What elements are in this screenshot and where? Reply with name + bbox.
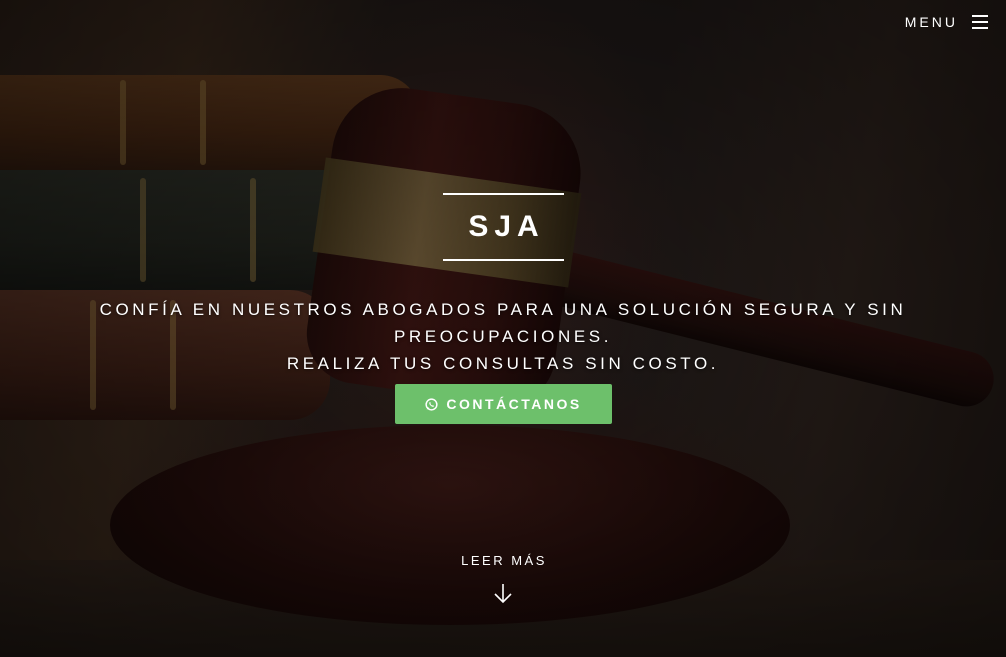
tagline-line-1: CONFÍA EN NUESTROS ABOGADOS PARA UNA SOL…	[99, 300, 907, 346]
site-logo[interactable]: SJA	[443, 193, 564, 261]
contact-button[interactable]: CONTÁCTANOS	[395, 384, 612, 424]
menu-label: MENU	[904, 14, 958, 30]
read-more-label: LEER MÁS	[461, 553, 547, 568]
tagline-line-2: REALIZA TUS CONSULTAS SIN COSTO.	[286, 354, 720, 373]
menu-button[interactable]: MENU	[905, 14, 988, 30]
contact-button-label: CONTÁCTANOS	[446, 396, 582, 412]
hero-section: MENU SJA CONFÍA EN NUESTROS ABOGADOS PAR…	[0, 0, 1006, 657]
whatsapp-icon	[425, 397, 438, 411]
brand-name: SJA	[468, 210, 545, 243]
read-more-link[interactable]: LEER MÁS	[0, 553, 1006, 604]
hero-tagline: CONFÍA EN NUESTROS ABOGADOS PARA UNA SOL…	[0, 296, 1006, 377]
hamburger-icon[interactable]	[972, 15, 988, 29]
arrow-down-icon[interactable]	[492, 582, 514, 604]
